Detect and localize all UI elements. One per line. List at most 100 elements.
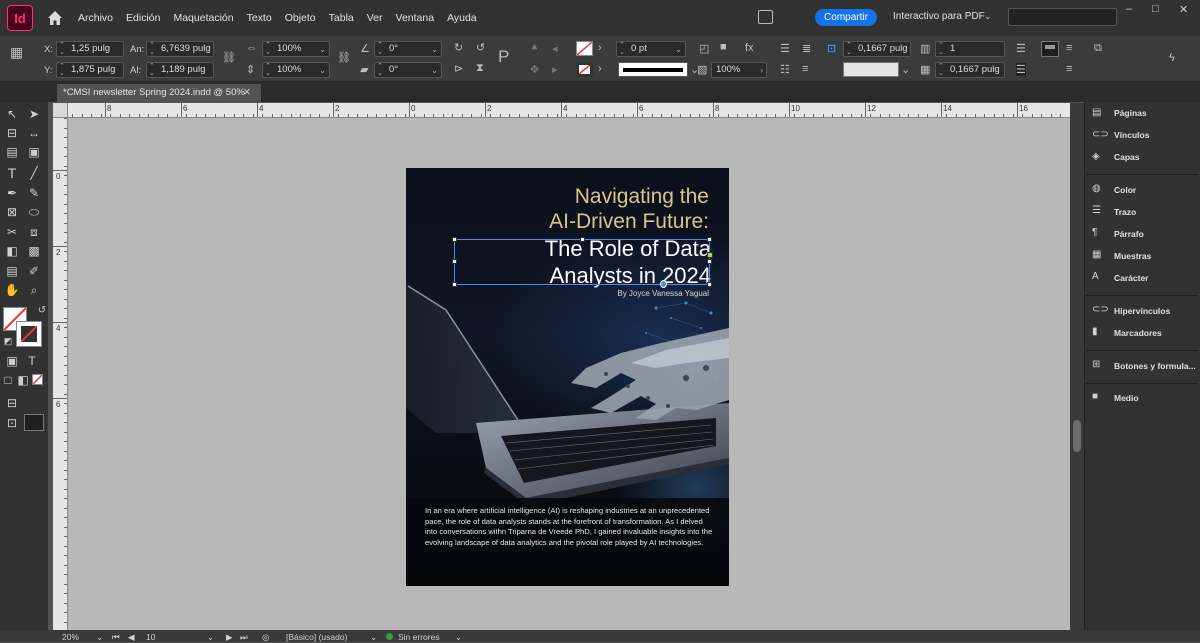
panel-caracter[interactable]: Carácter	[1114, 273, 1149, 283]
menu-ventana[interactable]: Ventana	[396, 12, 435, 24]
text-frame-inset-icon[interactable]: ⊡	[827, 42, 836, 55]
menu-objeto[interactable]: Objeto	[285, 12, 316, 24]
panel-color[interactable]: Color	[1114, 185, 1136, 195]
stroke-weight-field[interactable]: ⌃ ⌄ 0 pt ⌄	[616, 41, 686, 57]
resize-handle-tm[interactable]	[580, 237, 585, 242]
panel-hipervinculos[interactable]: Hipervínculos	[1114, 306, 1170, 316]
first-page-icon[interactable]: ⏮	[112, 632, 120, 643]
constrain-scale-icon[interactable]: ⛓	[337, 51, 351, 64]
document-page[interactable]: Navigating the AI-Driven Future: The Rol…	[406, 168, 729, 586]
gutter-field[interactable]: ⌃ ⌄ 0,1667 pulg	[935, 62, 1005, 78]
content-grabber-icon[interactable]	[660, 280, 667, 288]
resize-handle-bl[interactable]	[452, 282, 457, 287]
resize-handle-mr[interactable]	[707, 259, 712, 264]
page-chevron-icon[interactable]: ⌄	[207, 632, 214, 643]
selected-text-frame[interactable]	[454, 239, 710, 285]
fill-swatch[interactable]	[576, 41, 593, 56]
gradient-feather-tool-icon[interactable]: ▩	[26, 244, 42, 258]
default-colors-icon[interactable]: ◩	[0, 334, 16, 348]
maximize-button[interactable]: □	[1152, 3, 1159, 15]
headline-gold[interactable]: Navigating the AI-Driven Future:	[549, 184, 709, 234]
list-icon[interactable]: ☰	[1016, 42, 1026, 55]
type-tool-icon[interactable]: T	[4, 166, 20, 180]
publish-online-icon[interactable]	[758, 10, 773, 24]
panel-paginas[interactable]: Páginas	[1114, 108, 1147, 118]
panel-parrafo[interactable]: Párrafo	[1114, 229, 1144, 239]
selection-tool-icon[interactable]: ↖	[4, 107, 20, 121]
chevron-down-icon[interactable]: ⌄	[984, 11, 992, 22]
align-justify-icon[interactable]: ≣	[802, 42, 811, 55]
vertical-scrollbar[interactable]	[1070, 103, 1084, 630]
swap-colors-icon[interactable]: ↺	[34, 304, 50, 318]
constrain-link-icon[interactable]: ⛓	[222, 51, 236, 64]
menu-ayuda[interactable]: Ayuda	[447, 12, 477, 24]
hand-tool-icon[interactable]: ✋	[4, 283, 20, 297]
panel-capas[interactable]: Capas	[1114, 152, 1140, 162]
stroke-menu-chevron-icon[interactable]: ›	[598, 63, 602, 75]
gap-tool-icon[interactable]: ↔	[26, 126, 42, 140]
stroke-color-icon[interactable]	[16, 321, 42, 347]
apply-gradient-icon[interactable]: ◧	[15, 373, 31, 387]
gradient-swatch-tool-icon[interactable]: ◧	[4, 244, 20, 258]
screen-mode-icon[interactable]: ⊟	[4, 396, 20, 410]
ruler-origin[interactable]	[53, 103, 68, 118]
x-field[interactable]: ⌃ ⌄ 1,25 pulg	[56, 41, 124, 57]
panel-muestras[interactable]: Muestras	[1114, 251, 1151, 261]
zoom-level[interactable]: 20%	[62, 632, 79, 642]
span-columns-icon[interactable]: ≡	[1066, 42, 1072, 54]
resize-handle-ml[interactable]	[452, 259, 457, 264]
search-input[interactable]	[1008, 8, 1117, 26]
preflight-status[interactable]: Sin errores	[398, 632, 440, 642]
scissors-tool-icon[interactable]: ✂	[4, 225, 20, 239]
height-field[interactable]: ⌃ ⌄ 1,189 pulg	[146, 62, 214, 78]
align-bottom-icon[interactable]: ≡	[802, 63, 808, 75]
select-container-icon[interactable]: ⯅	[530, 42, 539, 55]
resize-handle-br[interactable]	[707, 282, 712, 287]
balance-columns-icon[interactable]: ≡	[1066, 63, 1072, 75]
ellipse-tool-icon[interactable]: ⬭	[26, 205, 42, 219]
menu-texto[interactable]: Texto	[247, 12, 272, 24]
scale-y-field[interactable]: ⌃ ⌄ 100% ⌄	[262, 62, 330, 78]
rotate-ccw-icon[interactable]: ↺	[476, 41, 485, 54]
formatting-text-icon[interactable]: T	[24, 354, 40, 368]
rectangle-frame-tool-icon[interactable]: ⊠	[4, 205, 20, 219]
flip-horizontal-icon[interactable]: ⊳	[454, 62, 463, 75]
note-tool-icon[interactable]: ▤	[4, 264, 20, 278]
share-button[interactable]: Compartir	[815, 9, 877, 26]
shear-field[interactable]: ⌃ ⌄ 0° ⌄	[374, 62, 442, 78]
document-tab[interactable]: *CMSI newsletter Spring 2024.indd @ 50% …	[57, 84, 261, 102]
width-field[interactable]: ⌃ ⌄ 6,7639 pulg	[146, 41, 214, 57]
line-tool-icon[interactable]: ╱	[26, 166, 42, 180]
select-content-icon[interactable]: ✥	[530, 63, 539, 76]
drop-shadow-icon[interactable]: ◰	[699, 42, 709, 55]
panel-marcadores[interactable]: Marcadores	[1114, 328, 1162, 338]
grid-list-icon[interactable]: ☰	[1016, 63, 1026, 76]
menu-ver[interactable]: Ver	[367, 12, 383, 24]
align-center-icon[interactable]: ☷	[780, 63, 790, 76]
opacity-field[interactable]: 100% ›	[711, 62, 767, 78]
close-icon[interactable]: ✕	[243, 84, 251, 102]
menu-maquetacion[interactable]: Maquetación	[173, 12, 233, 24]
align-objects-icon[interactable]: ⧉	[1094, 42, 1102, 55]
inset-field[interactable]: ⌃ ⌄ 0,1667 pulg	[843, 41, 911, 57]
normal-view-icon[interactable]: ⊡	[4, 416, 20, 430]
stroke-type-select[interactable]	[618, 62, 688, 77]
panel-trazo[interactable]: Trazo	[1114, 207, 1136, 217]
rotate-field[interactable]: ⌃ ⌄ 0° ⌄	[374, 41, 442, 57]
menu-edicion[interactable]: Edición	[126, 12, 160, 24]
home-icon[interactable]	[45, 8, 65, 28]
quick-actions-icon[interactable]: ϟ	[1169, 52, 1175, 64]
resize-handle-tl[interactable]	[452, 237, 457, 242]
formatting-container-icon[interactable]: ▣	[4, 354, 20, 368]
reference-point-icon[interactable]: ▦	[10, 44, 23, 61]
rotate-cw-icon[interactable]: ↻	[454, 41, 463, 54]
columns-field[interactable]: ⌃ ⌄ 1	[935, 41, 1005, 57]
frame-fill-preview[interactable]	[843, 62, 899, 77]
select-next-icon[interactable]: ▸	[552, 63, 558, 76]
out-port-icon[interactable]	[707, 252, 713, 258]
stroke-swatch[interactable]	[576, 62, 593, 77]
direct-selection-tool-icon[interactable]: ➤	[26, 107, 42, 121]
auto-size-icon[interactable]	[1041, 41, 1059, 57]
resize-handle-tr[interactable]	[707, 237, 712, 242]
last-page-icon[interactable]: ⏭	[240, 632, 248, 643]
